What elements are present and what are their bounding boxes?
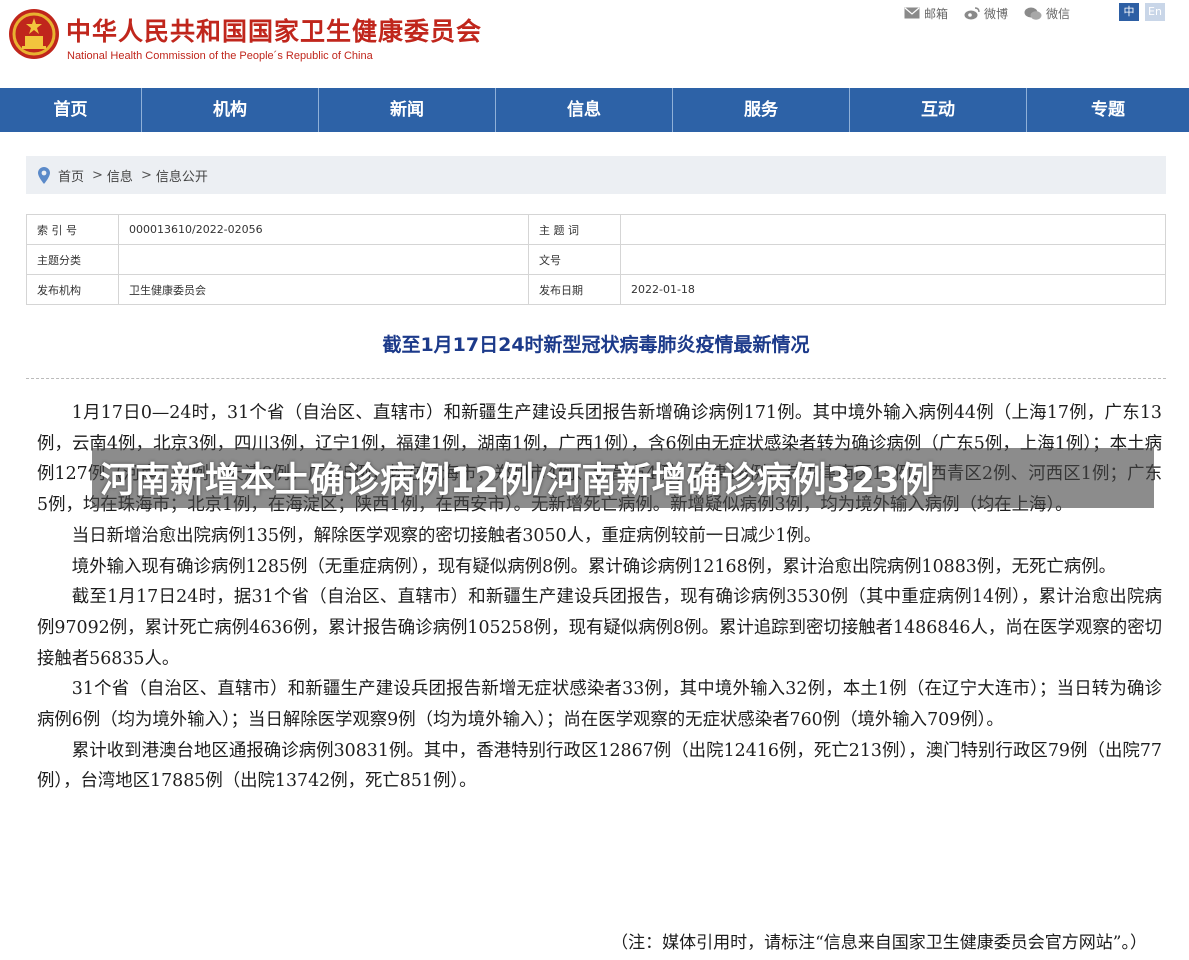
article-title: 截至1月17日24时新型冠状病毒肺炎疫情最新情况	[382, 334, 810, 356]
breadcrumb-disclosure[interactable]: 信息公开	[156, 166, 208, 185]
breadcrumb-separator: >	[140, 167, 152, 183]
nav-item-topics[interactable]: 专题	[1027, 88, 1189, 132]
wechat-link[interactable]: 微信	[1024, 5, 1070, 22]
index-label: 索 引 号	[26, 214, 119, 245]
top-links: 邮箱 微博 微信	[904, 4, 1086, 22]
publisher-label: 发布机构	[26, 274, 119, 305]
publish-date-label: 发布日期	[528, 274, 621, 305]
mail-icon	[904, 7, 920, 19]
document-meta-table: 索 引 号 000013610/2022-02056 主 题 词 主题分类 文号…	[26, 214, 1166, 305]
site-name-en: National Health Commission of the People…	[67, 50, 373, 62]
site-name-cn[interactable]: 中华人民共和国国家卫生健康委员会	[66, 12, 482, 48]
wechat-link-label: 微信	[1046, 6, 1071, 21]
weibo-link-label: 微博	[984, 6, 1009, 21]
wechat-icon	[1024, 7, 1042, 20]
breadcrumb: 首页 > 信息 > 信息公开	[26, 156, 1166, 194]
location-pin-icon	[38, 166, 50, 184]
lang-en-button[interactable]: En	[1145, 3, 1165, 21]
title-divider	[26, 378, 1166, 379]
category-value	[118, 244, 529, 275]
keyword-value	[620, 214, 1166, 245]
nav-item-news[interactable]: 新闻	[319, 88, 496, 132]
main-nav: 首页 机构 新闻 信息 服务 互动 专题	[0, 88, 1189, 132]
category-label: 主题分类	[26, 244, 119, 275]
nav-item-home[interactable]: 首页	[0, 88, 142, 132]
article-paragraph: 境外输入现有确诊病例1285例（无重症病例），现有疑似病例8例。累计确诊病例12…	[71, 556, 1116, 577]
doc-number-value	[620, 244, 1166, 275]
keyword-label: 主 题 词	[528, 214, 621, 245]
nav-item-org[interactable]: 机构	[142, 88, 319, 132]
index-value: 000013610/2022-02056	[118, 214, 529, 245]
nav-item-info[interactable]: 信息	[496, 88, 673, 132]
weibo-link[interactable]: 微博	[964, 5, 1008, 22]
breadcrumb-home[interactable]: 首页	[58, 166, 84, 185]
nav-item-interact[interactable]: 互动	[850, 88, 1027, 132]
citation-note: （注：媒体引用时，请标注“信息来自国家卫生健康委员会官方网站”。）	[611, 933, 1147, 953]
publish-date-value: 2022-01-18	[620, 274, 1166, 305]
headline-overlay-text: 河南新增本土确诊病例12例/河南新增确诊病例323例	[100, 461, 935, 501]
breadcrumb-info[interactable]: 信息	[107, 166, 133, 185]
article-paragraph: 截至1月17日24时，据31个省（自治区、直辖市）和新疆生产建设兵团报告，现有确…	[37, 587, 1162, 669]
lang-zh-button[interactable]: 中	[1119, 3, 1139, 21]
table-row: 主题分类 文号	[26, 244, 1166, 275]
table-row: 索 引 号 000013610/2022-02056 主 题 词	[26, 214, 1166, 245]
doc-number-label: 文号	[528, 244, 621, 275]
nav-item-service[interactable]: 服务	[673, 88, 850, 132]
mail-link-label: 邮箱	[924, 6, 949, 21]
national-emblem-icon[interactable]	[8, 8, 60, 60]
article-paragraph: 31个省（自治区、直辖市）和新疆生产建设兵团报告新增无症状感染者33例，其中境外…	[37, 679, 1162, 731]
article-paragraph: 当日新增治愈出院病例135例，解除医学观察的密切接触者3050人，重症病例较前一…	[71, 525, 822, 546]
breadcrumb-separator: >	[92, 167, 103, 183]
table-row: 发布机构 卫生健康委员会 发布日期 2022-01-18	[26, 274, 1166, 305]
weibo-icon	[964, 6, 980, 19]
article-paragraph: 累计收到港澳台地区通报确诊病例30831例。其中，香港特别行政区12867例（出…	[37, 740, 1162, 792]
site-header: 中华人民共和国国家卫生健康委员会 National Health Commiss…	[0, 0, 1189, 88]
publisher-value: 卫生健康委员会	[118, 274, 529, 305]
mail-link[interactable]: 邮箱	[904, 5, 948, 22]
